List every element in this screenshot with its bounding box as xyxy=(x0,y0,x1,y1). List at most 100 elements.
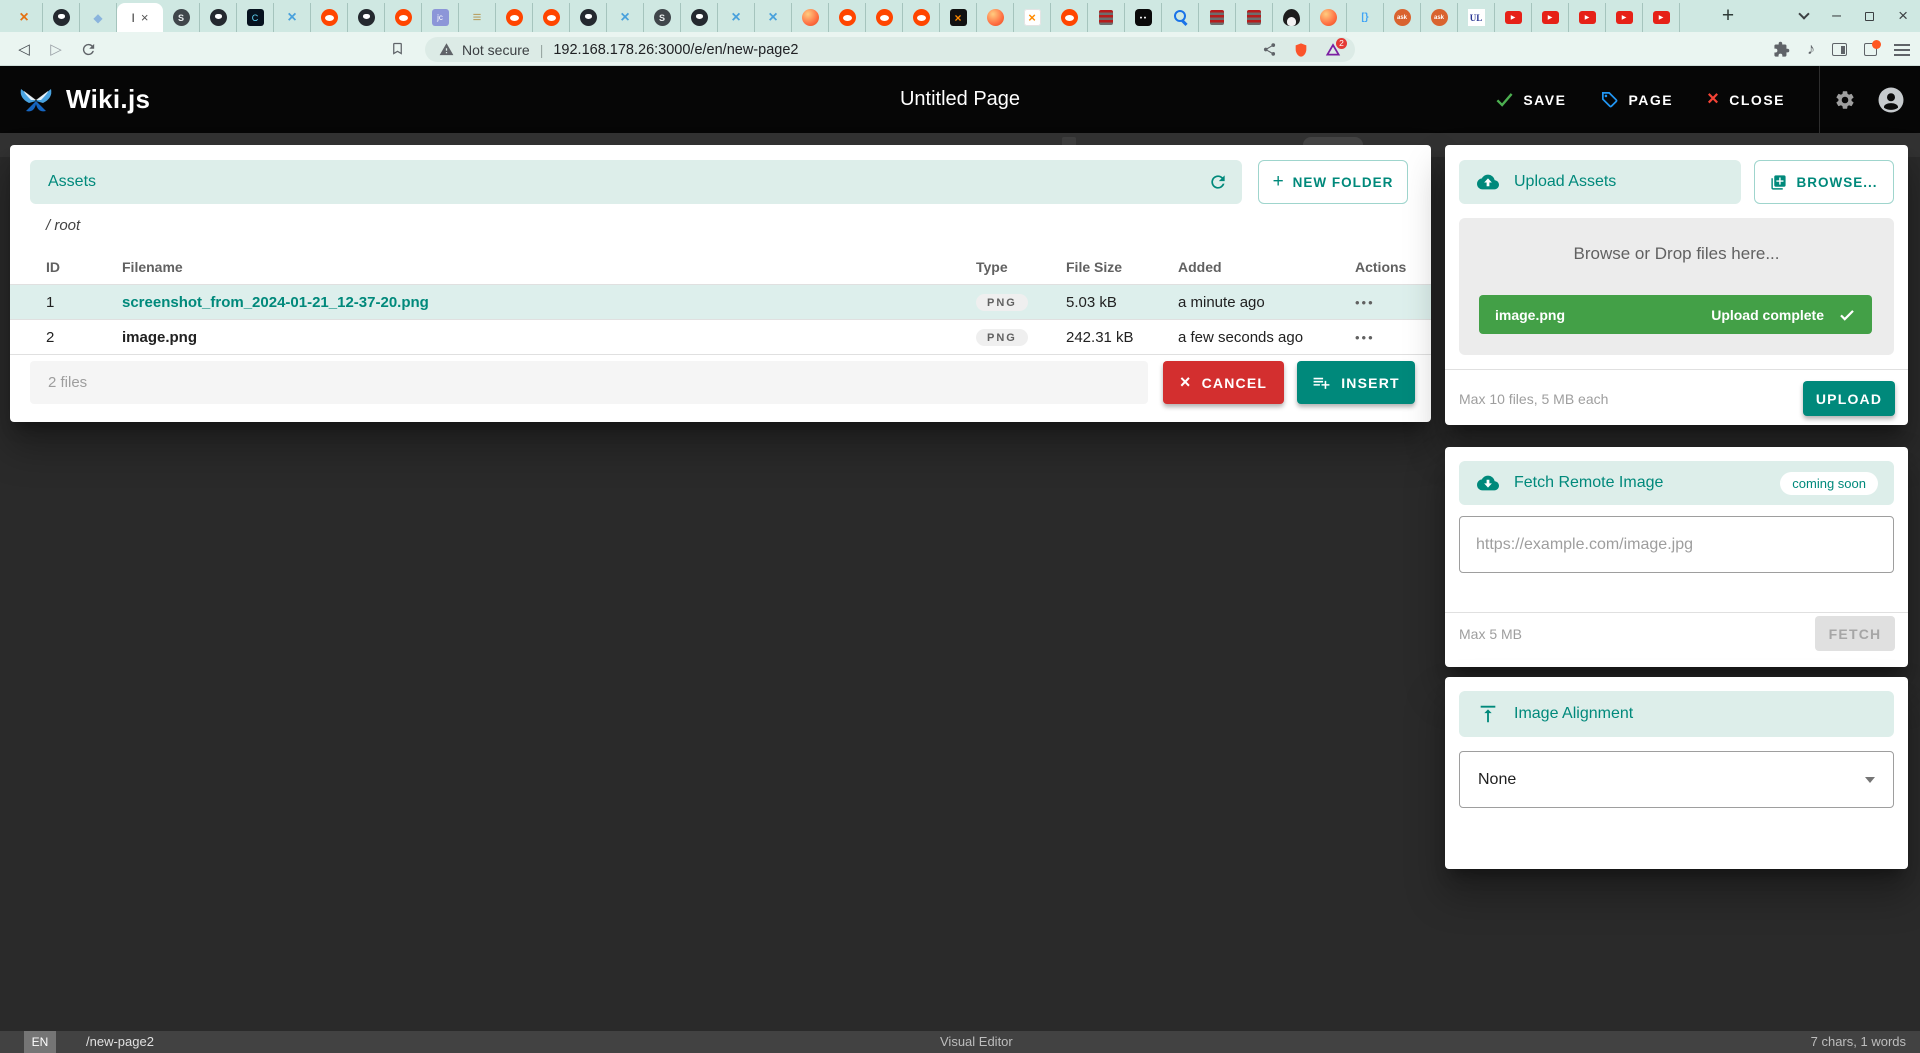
forward-icon[interactable]: ▷ xyxy=(44,37,68,61)
browser-tab[interactable] xyxy=(496,3,533,32)
puzzle-extensions-icon[interactable] xyxy=(1773,41,1790,58)
browser-tab[interactable] xyxy=(1273,3,1310,32)
browser-tab[interactable] xyxy=(533,3,570,32)
sidebar-icon[interactable] xyxy=(1832,43,1847,56)
brave-shield-icon[interactable] xyxy=(1293,42,1309,58)
asset-added-time: a few seconds ago xyxy=(1178,329,1355,346)
browser-tab[interactable] xyxy=(163,3,200,32)
browser-tab[interactable] xyxy=(459,3,496,32)
ask-favicon-icon xyxy=(1394,9,1411,26)
restore-icon[interactable] xyxy=(1865,12,1874,21)
refresh-icon[interactable] xyxy=(1208,172,1228,195)
browser-tab[interactable] xyxy=(1643,3,1680,32)
browser-tab[interactable] xyxy=(422,3,459,32)
browser-tab[interactable] xyxy=(6,3,43,32)
extension-triangle-icon[interactable]: 2 xyxy=(1325,42,1341,58)
address-bar[interactable]: Not secure | 192.168.178.26:3000/e/en/ne… xyxy=(425,37,1355,62)
row-actions-menu-icon[interactable]: ••• xyxy=(1355,295,1375,310)
browser-tab[interactable] xyxy=(570,3,607,32)
browser-tab[interactable] xyxy=(1458,3,1495,32)
asset-filename[interactable]: image.png xyxy=(122,329,976,346)
brand[interactable]: Wiki.js xyxy=(0,84,150,115)
new-folder-button[interactable]: + NEW FOLDER xyxy=(1258,160,1408,204)
browser-tab[interactable] xyxy=(1347,3,1384,32)
url-text[interactable]: 192.168.178.26:3000/e/en/new-page2 xyxy=(553,42,1262,58)
new-tab-button[interactable]: + xyxy=(1714,2,1742,30)
browser-tab[interactable] xyxy=(200,3,237,32)
window-close-icon[interactable]: × xyxy=(1898,6,1908,26)
browser-tab[interactable] xyxy=(1051,3,1088,32)
browser-tab-active[interactable]: I× xyxy=(117,3,163,32)
remote-image-url-input[interactable] xyxy=(1459,516,1894,573)
browser-tab[interactable] xyxy=(866,3,903,32)
fetch-divider xyxy=(1445,612,1908,613)
browser-tab[interactable] xyxy=(385,3,422,32)
row-actions-menu-icon[interactable]: ••• xyxy=(1355,330,1375,345)
browser-tab[interactable] xyxy=(43,3,80,32)
browser-tab[interactable] xyxy=(1162,3,1199,32)
fetch-button[interactable]: FETCH xyxy=(1815,616,1895,651)
breadcrumb[interactable]: / root xyxy=(46,217,80,234)
browser-tab[interactable] xyxy=(1569,3,1606,32)
col-added: Added xyxy=(1178,259,1355,275)
insert-button[interactable]: INSERT xyxy=(1297,361,1415,404)
browser-tab[interactable] xyxy=(1199,3,1236,32)
asset-filename[interactable]: screenshot_from_2024-01-21_12-37-20.png xyxy=(122,294,976,311)
browser-tab[interactable] xyxy=(1495,3,1532,32)
asset-table-row[interactable]: 1screenshot_from_2024-01-21_12-37-20.png… xyxy=(10,285,1431,320)
extension-box-badge-icon[interactable] xyxy=(1864,43,1877,56)
tab-search-chevron-icon[interactable] xyxy=(1798,8,1809,19)
browser-tab[interactable] xyxy=(607,3,644,32)
bookmark-icon[interactable] xyxy=(390,41,405,61)
browser-tab[interactable] xyxy=(755,3,792,32)
browser-tab[interactable] xyxy=(1421,3,1458,32)
browser-tab[interactable] xyxy=(792,3,829,32)
minimize-icon[interactable]: – xyxy=(1832,11,1841,21)
browser-tab[interactable] xyxy=(80,3,117,32)
alignment-select[interactable]: None xyxy=(1459,751,1894,808)
music-note-icon[interactable]: ♪ xyxy=(1807,41,1815,59)
wikijs-logo-icon xyxy=(18,85,54,115)
browser-menu-icon[interactable] xyxy=(1894,49,1910,51)
browser-tab[interactable] xyxy=(1606,3,1643,32)
close-editor-button[interactable]: × CLOSE xyxy=(1707,88,1785,111)
browser-tab[interactable] xyxy=(1532,3,1569,32)
tab-close-icon[interactable]: × xyxy=(141,11,149,24)
page-properties-button[interactable]: PAGE xyxy=(1600,90,1673,109)
browser-tab[interactable] xyxy=(237,3,274,32)
language-badge[interactable]: EN xyxy=(24,1031,56,1053)
browser-tab[interactable] xyxy=(1014,3,1051,32)
share-icon[interactable] xyxy=(1262,42,1277,57)
browser-tab[interactable] xyxy=(718,3,755,32)
security-label[interactable]: Not secure xyxy=(462,42,530,58)
browser-tab[interactable] xyxy=(940,3,977,32)
browser-tab[interactable] xyxy=(348,3,385,32)
account-avatar[interactable] xyxy=(1870,66,1920,133)
browser-tab[interactable] xyxy=(644,3,681,32)
save-button[interactable]: SAVE xyxy=(1495,90,1566,109)
browse-button[interactable]: BROWSE... xyxy=(1754,160,1894,204)
upload-button[interactable]: UPLOAD xyxy=(1803,381,1895,416)
tab-strip-tabs: I× xyxy=(0,0,1680,32)
browser-tab[interactable] xyxy=(274,3,311,32)
firefox-favicon-icon xyxy=(1320,9,1337,26)
browser-tab[interactable] xyxy=(681,3,718,32)
settings-gear-icon[interactable] xyxy=(1820,66,1870,133)
browser-tab[interactable] xyxy=(1125,3,1162,32)
drop-zone[interactable]: Browse or Drop files here... image.png U… xyxy=(1459,218,1894,355)
browser-tab[interactable] xyxy=(1088,3,1125,32)
browser-tab[interactable] xyxy=(903,3,940,32)
cancel-button[interactable]: × CANCEL xyxy=(1163,361,1284,404)
browser-tab[interactable] xyxy=(1310,3,1347,32)
browser-tab[interactable] xyxy=(829,3,866,32)
browser-tab[interactable] xyxy=(1236,3,1273,32)
page-path[interactable]: /new-page2 xyxy=(86,1034,154,1049)
back-icon[interactable]: ◁ xyxy=(12,37,36,61)
close-x-icon: × xyxy=(1707,88,1720,111)
browser-tab[interactable] xyxy=(311,3,348,32)
browser-tab[interactable] xyxy=(1384,3,1421,32)
browser-tab[interactable] xyxy=(977,3,1014,32)
reload-icon[interactable] xyxy=(76,37,100,61)
asset-table-row[interactable]: 2image.pngPNG242.31 kBa few seconds ago•… xyxy=(10,320,1431,355)
github-favicon-icon xyxy=(580,9,597,26)
